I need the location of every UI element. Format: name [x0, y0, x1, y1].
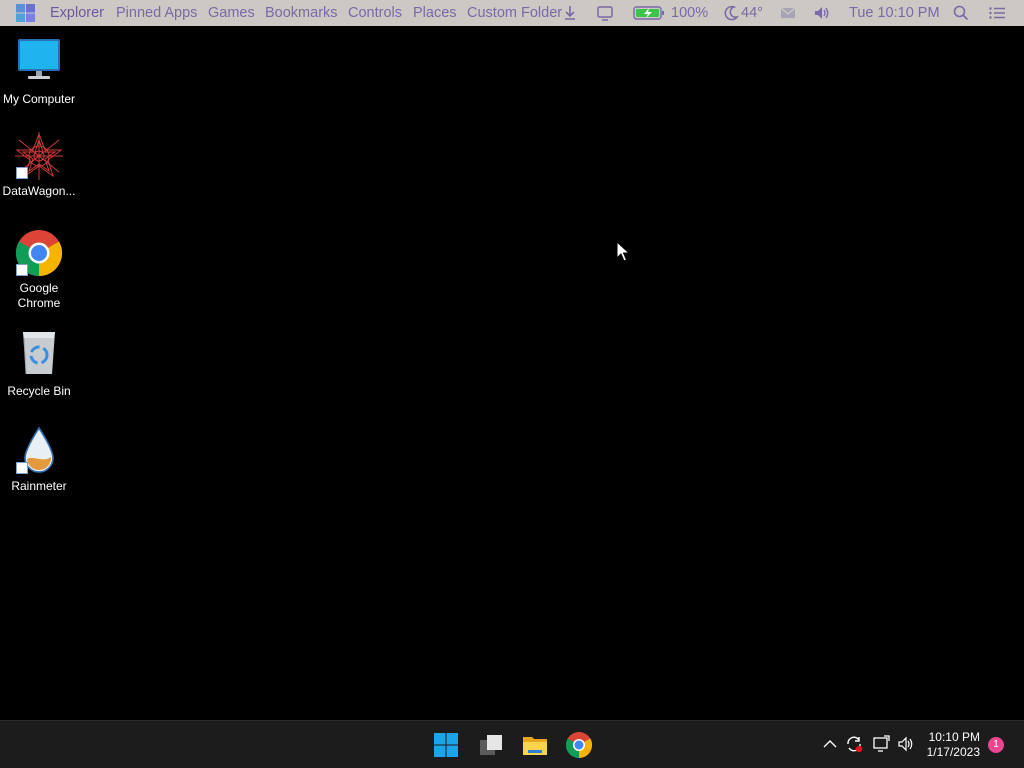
- clock-date: 1/17/2023: [926, 745, 980, 759]
- menu-custom-folder[interactable]: Custom Folder: [467, 5, 562, 21]
- menu-controls[interactable]: Controls: [348, 5, 402, 21]
- speaker-icon[interactable]: [897, 735, 915, 753]
- mouse-cursor-icon: [616, 241, 630, 262]
- desktop-icon-label: Recycle Bin: [7, 384, 71, 398]
- chrome-icon[interactable]: [565, 731, 593, 759]
- desktop-icon-my-computer[interactable]: My Computer: [0, 36, 78, 107]
- shortcut-arrow-icon: [16, 462, 28, 474]
- chevron-up-icon[interactable]: [821, 735, 839, 753]
- rainmeter-icon: [15, 426, 63, 475]
- chrome-icon: [15, 229, 63, 277]
- search-icon[interactable]: [952, 5, 970, 21]
- desktop-icon-google-chrome[interactable]: Google Chrome: [0, 229, 78, 311]
- windows-logo-icon[interactable]: [16, 4, 35, 22]
- monitor-icon: [18, 39, 60, 79]
- windows-start-icon[interactable]: [432, 731, 460, 759]
- recycle-bin-icon: [23, 332, 55, 375]
- file-explorer-icon[interactable]: [521, 731, 549, 759]
- taskbar: 10:10 PM 1/17/2023 1: [0, 720, 1024, 768]
- battery-icon[interactable]: [633, 5, 665, 21]
- datawagon-icon: [15, 132, 63, 180]
- desktop-icon-recycle-bin[interactable]: Recycle Bin: [0, 328, 78, 399]
- list-menu-icon[interactable]: [988, 5, 1006, 21]
- menu-explorer[interactable]: Explorer: [50, 5, 104, 21]
- desktop-icon-label: DataWagon...: [2, 184, 76, 198]
- menu-bookmarks[interactable]: Bookmarks: [265, 5, 338, 21]
- download-icon[interactable]: [563, 5, 577, 21]
- volume-icon[interactable]: [813, 5, 831, 21]
- network-icon[interactable]: [872, 735, 890, 753]
- display-icon[interactable]: [596, 5, 614, 21]
- top-menu-bar: Explorer Pinned Apps Games Bookmarks Con…: [0, 0, 1024, 26]
- desktop-icon-label: Rainmeter: [11, 479, 67, 493]
- taskbar-clock[interactable]: 10:10 PM 1/17/2023: [927, 730, 980, 760]
- clock-time: 10:10 PM: [928, 730, 980, 744]
- battery-percent: 100%: [671, 5, 709, 21]
- moon-icon[interactable]: [723, 5, 739, 21]
- menubar-datetime[interactable]: Tue 10:10 PM: [849, 5, 940, 21]
- sync-icon[interactable]: [845, 735, 863, 753]
- menu-places[interactable]: Places: [413, 5, 457, 21]
- menu-pinned-apps[interactable]: Pinned Apps: [116, 5, 197, 21]
- desktop-icon-rainmeter[interactable]: Rainmeter: [0, 426, 78, 494]
- task-view-icon[interactable]: [477, 731, 505, 759]
- shortcut-arrow-icon: [16, 167, 28, 179]
- menu-games[interactable]: Games: [208, 5, 255, 21]
- desktop-icon-datawagon[interactable]: DataWagon...: [0, 132, 78, 199]
- desktop-icon-label: My Computer: [2, 92, 76, 106]
- notification-badge[interactable]: 1: [988, 737, 1004, 753]
- desktop-icon-label: Google Chrome: [17, 281, 61, 310]
- weather-temperature: 44°: [741, 5, 763, 21]
- mail-icon[interactable]: [779, 5, 797, 21]
- shortcut-arrow-icon: [16, 264, 28, 276]
